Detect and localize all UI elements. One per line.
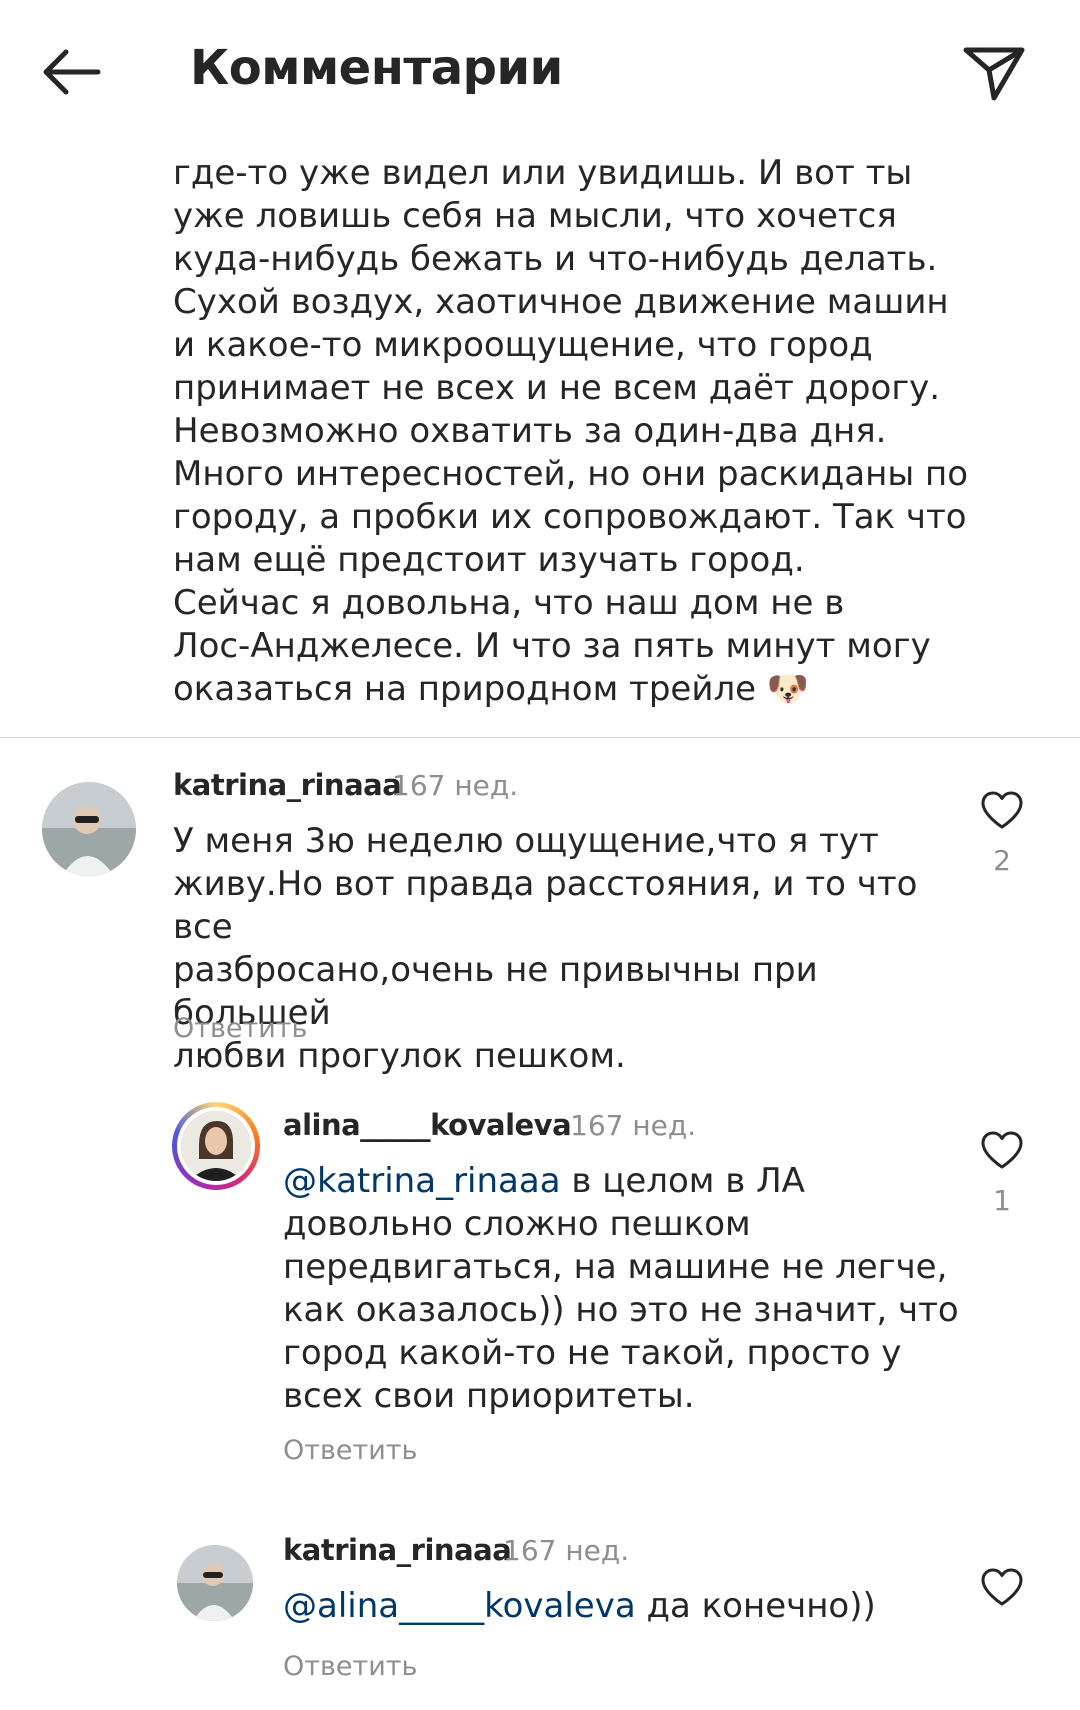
back-button[interactable] <box>36 42 108 102</box>
comment-text: @alina_____kovaleva да конечно)) <box>283 1585 963 1628</box>
comment-reply: katrina_rinaaa 167 нед. @alina_____koval… <box>0 1525 1080 1710</box>
comment-username[interactable]: katrina_rinaaa <box>173 768 402 802</box>
comment: katrina_rinaaa 167 нед. У меня 3ю неделю… <box>0 760 1080 1076</box>
avatar-photo <box>177 1545 253 1621</box>
reply-button[interactable]: Ответить <box>283 1435 417 1466</box>
avatar <box>181 1111 251 1181</box>
like-count: 2 <box>993 844 1011 877</box>
heart-outline-icon[interactable] <box>980 1130 1024 1170</box>
comment-username[interactable]: alina_____kovaleva <box>283 1108 572 1142</box>
page-title: Комментарии <box>190 40 563 96</box>
paper-plane-icon <box>963 47 1025 101</box>
comment-body: да конечно)) <box>635 1586 876 1626</box>
comment-time: 167 нед. <box>503 1534 630 1567</box>
avatar[interactable] <box>177 1545 253 1621</box>
comment-text: @katrina_rinaaa в целом в ЛА довольно сл… <box>283 1160 963 1418</box>
share-button[interactable] <box>962 44 1026 104</box>
mention-link[interactable]: @katrina_rinaaa <box>283 1161 561 1201</box>
divider <box>0 737 1080 738</box>
avatar-photo <box>181 1111 251 1181</box>
mention-link[interactable]: @alina_____kovaleva <box>283 1586 636 1626</box>
header-bar: Комментарии <box>0 0 1080 140</box>
reply-button[interactable]: Ответить <box>283 1651 417 1682</box>
post-caption: где-то уже видел или увидишь. И вот ты у… <box>173 153 969 709</box>
caption-cut-line: .. .. .. .. <box>173 141 358 149</box>
comment-username[interactable]: katrina_rinaaa <box>283 1533 512 1567</box>
arrow-left-icon <box>43 49 101 95</box>
avatar[interactable] <box>42 782 136 876</box>
heart-outline-icon[interactable] <box>980 1567 1024 1607</box>
avatar-photo <box>42 782 136 876</box>
avatar-story-ring[interactable] <box>172 1102 260 1190</box>
heart-outline-icon[interactable] <box>980 790 1024 830</box>
reply-button[interactable]: Ответить <box>173 1013 307 1044</box>
comment-time: 167 нед. <box>570 1109 697 1142</box>
comment-time: 167 нед. <box>392 769 519 802</box>
comment-reply: alina_____kovaleva 167 нед. @katrina_rin… <box>0 1100 1080 1480</box>
like-count: 1 <box>993 1184 1011 1217</box>
